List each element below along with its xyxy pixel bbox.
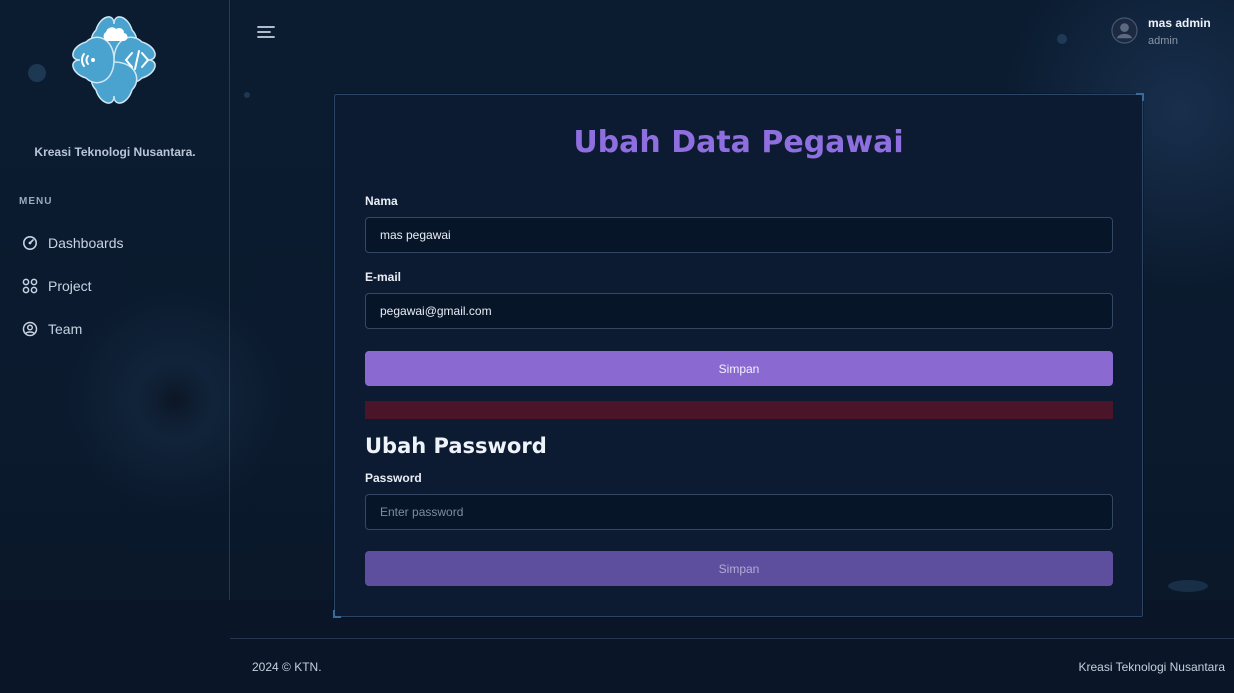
email-field[interactable]: pegawai@gmail.com — [365, 293, 1113, 329]
password-field[interactable]: Enter password — [365, 494, 1113, 530]
password-section-title: Ubah Password — [365, 434, 547, 458]
edit-employee-card: Ubah Data Pegawai Nama mas pegawai E-mai… — [333, 93, 1144, 618]
footer-company: Kreasi Teknologi Nusantara — [1078, 660, 1225, 674]
brand-name: Kreasi Teknologi Nusantara. — [34, 145, 196, 159]
email-label: E-mail — [365, 270, 402, 284]
page-title: Ubah Data Pegawai — [573, 125, 904, 160]
footer-divider — [230, 638, 1234, 639]
gauge-icon — [22, 235, 38, 251]
sidebar-item-label: Dashboards — [48, 235, 124, 251]
name-field[interactable]: mas pegawai — [365, 217, 1113, 253]
company-logo-icon — [72, 16, 156, 104]
sidebar-item-label: Team — [48, 321, 83, 337]
menu-label: MENU — [19, 196, 53, 207]
avatar[interactable] — [1111, 17, 1138, 44]
password-label: Password — [365, 471, 422, 485]
user-circle-icon — [22, 321, 38, 337]
sidebar: Kreasi Teknologi Nusantara. MENU Dashboa… — [0, 0, 230, 600]
user-role: admin — [1148, 35, 1178, 47]
sidebar-item-dashboards[interactable]: Dashboards — [22, 232, 124, 254]
decor-dot — [244, 92, 250, 98]
grid-icon — [22, 278, 38, 294]
card-corner — [333, 610, 341, 618]
alert-bar — [365, 401, 1113, 419]
save-password-button[interactable]: Simpan — [365, 551, 1113, 586]
sidebar-item-label: Project — [48, 278, 92, 294]
name-label: Nama — [365, 194, 398, 208]
sidebar-item-project[interactable]: Project — [22, 275, 92, 297]
decor-dot — [1057, 34, 1067, 44]
sidebar-item-team[interactable]: Team — [22, 318, 82, 340]
menu-toggle-icon[interactable] — [256, 24, 276, 40]
user-name[interactable]: mas admin — [1148, 16, 1211, 30]
save-data-button[interactable]: Simpan — [365, 351, 1113, 386]
card-corner — [1136, 93, 1144, 101]
decor-dot — [1168, 580, 1208, 592]
footer-copyright: 2024 © KTN. — [252, 660, 322, 674]
